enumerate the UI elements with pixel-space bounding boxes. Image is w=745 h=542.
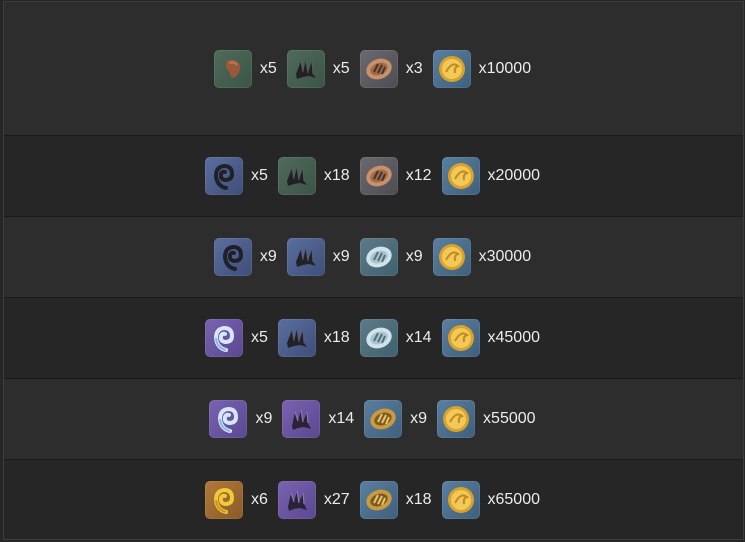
quantity-label: x18 — [405, 490, 432, 508]
dark-swirl-icon — [213, 238, 252, 276]
gold-coin-icon — [441, 480, 480, 519]
list-item: x9 — [359, 238, 425, 276]
table-row: x5 x5 x3 x10000 — [4, 2, 743, 136]
dark-claw-icon — [286, 238, 325, 276]
table-row: x9 x14 x9 x55000 — [4, 379, 743, 460]
quantity-label: x5 — [332, 59, 350, 77]
list-item: x18 — [277, 157, 352, 195]
table-row: x9 x9 x9 x30000 — [4, 217, 743, 298]
list-item: x18 — [359, 480, 434, 519]
brown-fragment-icon — [213, 49, 252, 88]
dark-claw-icon — [277, 319, 316, 357]
quantity-label: x3 — [405, 59, 423, 77]
silver-emblem-icon — [359, 319, 398, 357]
quantity-label: x5 — [251, 329, 268, 346]
quantity-label: x18 — [323, 329, 350, 346]
quantity-label: x65000 — [487, 490, 541, 508]
quantity-label: x9 — [255, 410, 273, 427]
gold-coin-icon — [437, 400, 476, 438]
quantity-label: x6 — [251, 490, 268, 508]
quantity-label: x9 — [259, 248, 277, 265]
list-item: x12 — [359, 157, 434, 195]
quantity-label: x10000 — [478, 59, 532, 77]
list-item: x14 — [359, 319, 434, 357]
list-item: x3 — [359, 49, 425, 88]
quantity-label: x20000 — [487, 167, 541, 184]
list-item: x14 — [282, 400, 356, 438]
list-item: x9 — [209, 400, 274, 438]
list-item: x5 — [205, 157, 270, 195]
quantity-label: x45000 — [487, 329, 541, 346]
list-item: x18 — [277, 319, 352, 357]
quantity-label: x18 — [323, 167, 350, 184]
quantity-label: x14 — [328, 410, 355, 427]
list-item: x10000 — [432, 49, 534, 88]
list-item: x55000 — [437, 400, 538, 438]
blue-swirl-icon — [209, 400, 248, 438]
table-row: x5 x18 x12 x20000 — [4, 136, 743, 217]
list-item: x5 — [213, 49, 279, 88]
quantity-label: x5 — [259, 59, 277, 77]
list-item: x65000 — [441, 480, 543, 519]
gold-swirl-icon — [205, 480, 243, 519]
dark-claw-icon — [286, 49, 325, 88]
dark-swirl-icon — [205, 157, 243, 195]
quantity-label: x9 — [332, 248, 350, 265]
bronze-emblem-icon — [359, 157, 398, 195]
quantity-label: x14 — [405, 329, 432, 346]
gold-coin-icon — [432, 238, 471, 276]
gold-coin-icon — [432, 49, 471, 88]
quantity-label: x9 — [410, 410, 428, 427]
list-item: x9 — [213, 238, 279, 276]
purple-claw-icon — [282, 400, 321, 438]
table-row: x6 x27 x18 x65000 — [4, 460, 743, 539]
gold-coin-icon — [441, 319, 480, 357]
quantity-label: x5 — [251, 167, 268, 184]
quantity-label: x12 — [405, 167, 432, 184]
list-item: x9 — [364, 400, 429, 438]
silver-emblem-icon — [359, 238, 398, 276]
quantity-label: x55000 — [483, 410, 536, 427]
list-item: x30000 — [432, 238, 534, 276]
blue-swirl-icon — [205, 319, 243, 357]
dark-claw-icon — [277, 157, 316, 195]
materials-table: x5 x5 x3 x10000 x5 x18 x12 x20000 x9 x9 … — [3, 1, 744, 540]
list-item: x6 — [205, 480, 270, 519]
quantity-label: x9 — [405, 248, 423, 265]
list-item: x45000 — [441, 319, 543, 357]
list-item: x9 — [286, 238, 352, 276]
list-item: x27 — [277, 480, 352, 519]
gold-emblem-icon — [359, 480, 398, 519]
quantity-label: x27 — [323, 490, 350, 508]
list-item: x5 — [286, 49, 352, 88]
purple-claw-icon — [277, 480, 316, 519]
gold-coin-icon — [441, 157, 480, 195]
gold-emblem-icon — [364, 400, 403, 438]
table-row: x5 x18 x14 x45000 — [4, 298, 743, 379]
list-item: x5 — [205, 319, 270, 357]
quantity-label: x30000 — [478, 248, 532, 265]
list-item: x20000 — [441, 157, 543, 195]
bronze-emblem-icon — [359, 49, 398, 88]
